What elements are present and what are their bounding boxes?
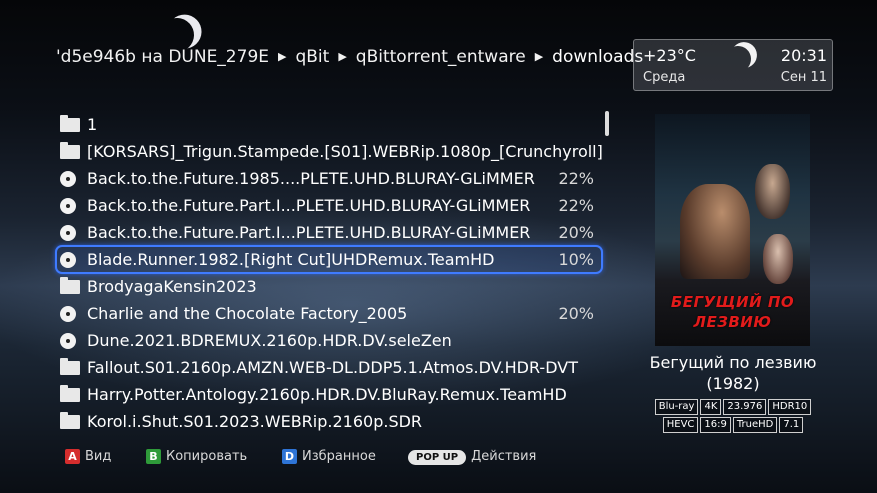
favorites-label: Избранное	[302, 449, 376, 464]
download-percent: 20%	[558, 304, 594, 323]
breadcrumb-separator-icon: ▶	[338, 50, 347, 63]
file-row[interactable]: Back.to.the.Future.Part.I...PLETE.UHD.BL…	[56, 219, 602, 246]
view-button[interactable]: A Вид	[65, 449, 111, 464]
weather-temperature: +23°C	[643, 46, 696, 65]
badge-resolution: 4K	[700, 399, 722, 415]
poster-figure	[763, 234, 793, 284]
file-name: Back.to.the.Future.Part.I...PLETE.UHD.BL…	[87, 223, 531, 242]
file-list: 1 [KORSARS]_Trigun.Stampede.[S01].WEBRip.…	[55, 111, 603, 435]
file-row[interactable]: 1	[56, 111, 602, 138]
breadcrumb-item-qbittorrent[interactable]: qBittorrent_entware	[356, 47, 526, 67]
folder-icon	[60, 142, 80, 159]
clock-date: Сен 11	[780, 70, 827, 85]
badge-source: Blu-ray	[654, 399, 699, 415]
file-row[interactable]: Harry.Potter.Antology.2160p.HDR.DV.BluRa…	[56, 381, 602, 408]
file-row[interactable]: Back.to.the.Future.Part.I...PLETE.UHD.BL…	[56, 192, 602, 219]
file-name: Blade.Runner.1982.[Right Cut]UHDRemux.Te…	[87, 250, 495, 269]
badge-framerate: 23.976	[723, 399, 767, 415]
poster-title: БЕГУЩИЙ ПО ЛЕЗВИЮ	[670, 293, 795, 331]
folder-icon	[60, 412, 80, 429]
scrollbar[interactable]	[605, 111, 609, 136]
file-row[interactable]: [KORSARS]_Trigun.Stampede.[S01].WEBRip.1…	[56, 138, 603, 165]
view-label: Вид	[85, 449, 112, 464]
breadcrumb-item-current: downloads	[552, 47, 644, 67]
disc-icon	[60, 333, 76, 349]
folder-icon	[60, 358, 80, 375]
breadcrumb-separator-icon: ▶	[278, 50, 287, 63]
badge-hdr: HDR10	[768, 399, 812, 415]
file-row[interactable]: Back.to.the.Future.1985....PLETE.UHD.BLU…	[56, 165, 602, 192]
actions-button[interactable]: POP UP Действия	[408, 449, 536, 465]
download-percent: 10%	[558, 250, 594, 269]
folder-icon	[60, 277, 80, 294]
disc-icon	[60, 225, 76, 241]
folder-icon	[60, 115, 80, 132]
file-row[interactable]: Fallout.S01.2160p.AMZN.WEB-DL.DDP5.1.Atm…	[56, 354, 602, 381]
weather-widget: +23°C 20:31 Среда Сен 11	[633, 39, 833, 91]
file-name: 1	[87, 115, 98, 134]
file-name: [KORSARS]_Trigun.Stampede.[S01].WEBRip.1…	[87, 142, 603, 161]
badge-codec: HEVC	[662, 417, 699, 433]
popup-key-icon: POP UP	[408, 450, 467, 465]
copy-button[interactable]: B Копировать	[146, 449, 247, 464]
red-key-a-icon: A	[65, 449, 80, 464]
file-name: BrodyagaKensin2023	[87, 277, 257, 296]
file-name: Korol.i.Shut.S01.2023.WEBRip.2160p.SDR	[87, 412, 423, 431]
breadcrumb-separator-icon: ▶	[534, 50, 544, 63]
movie-poster: БЕГУЩИЙ ПО ЛЕЗВИЮ	[655, 114, 810, 346]
file-name: Fallout.S01.2160p.AMZN.WEB-DL.DDP5.1.Atm…	[87, 358, 578, 377]
download-percent: 22%	[558, 196, 594, 215]
clock-time: 20:31	[780, 46, 827, 65]
file-row[interactable]: BrodyagaKensin2023	[56, 273, 602, 300]
disc-icon	[60, 171, 76, 187]
file-row[interactable]: Dune.2021.BDREMUX.2160p.HDR.DV.seleZen	[56, 327, 602, 354]
weather-day: Среда	[643, 70, 686, 85]
file-row-selected[interactable]: Blade.Runner.1982.[Right Cut]UHDRemux.Te…	[55, 245, 603, 274]
moon-icon	[721, 42, 756, 77]
badge-channels: 7.1	[779, 417, 804, 433]
badges-row-1: Blu-ray 4K 23.976 HDR10	[640, 399, 826, 415]
movie-year: (1982)	[706, 374, 760, 393]
folder-icon	[60, 385, 80, 402]
actions-label: Действия	[471, 449, 537, 464]
file-row[interactable]: Korol.i.Shut.S01.2023.WEBRip.2160p.SDR	[56, 408, 602, 435]
poster-figure	[755, 164, 790, 219]
copy-label: Копировать	[166, 449, 248, 464]
movie-title: Бегущий по лезвию	[649, 353, 817, 372]
file-name: Back.to.the.Future.1985....PLETE.UHD.BLU…	[87, 169, 535, 188]
badges-row-2: HEVC 16:9 TrueHD 7.1	[640, 417, 826, 433]
disc-icon	[60, 252, 76, 268]
poster-figure	[680, 184, 750, 279]
badge-audio: TrueHD	[732, 417, 778, 433]
download-percent: 22%	[558, 169, 594, 188]
blue-key-d-icon: D	[282, 449, 297, 464]
badge-aspect: 16:9	[700, 417, 731, 433]
file-row[interactable]: Charlie and the Chocolate Factory_2005 20…	[56, 300, 602, 327]
file-name: Back.to.the.Future.Part.I...PLETE.UHD.BL…	[87, 196, 531, 215]
green-key-b-icon: B	[146, 449, 161, 464]
file-name: Dune.2021.BDREMUX.2160p.HDR.DV.seleZen	[87, 331, 452, 350]
disc-icon	[60, 198, 76, 214]
file-name: Harry.Potter.Antology.2160p.HDR.DV.BluRa…	[87, 385, 567, 404]
breadcrumb-item-device[interactable]: 'd5e946b на DUNE_279E	[56, 47, 269, 67]
breadcrumb-item-qbit[interactable]: qBit	[295, 47, 329, 67]
disc-icon	[60, 306, 76, 322]
download-percent: 20%	[558, 223, 594, 242]
breadcrumb: 'd5e946b на DUNE_279E ▶ qBit ▶ qBittorrent_e…	[56, 47, 643, 67]
file-name: Charlie and the Chocolate Factory_2005	[87, 304, 408, 323]
favorites-button[interactable]: D Избранное	[282, 449, 376, 464]
movie-title-block: Бегущий по лезвию (1982)	[640, 352, 826, 394]
